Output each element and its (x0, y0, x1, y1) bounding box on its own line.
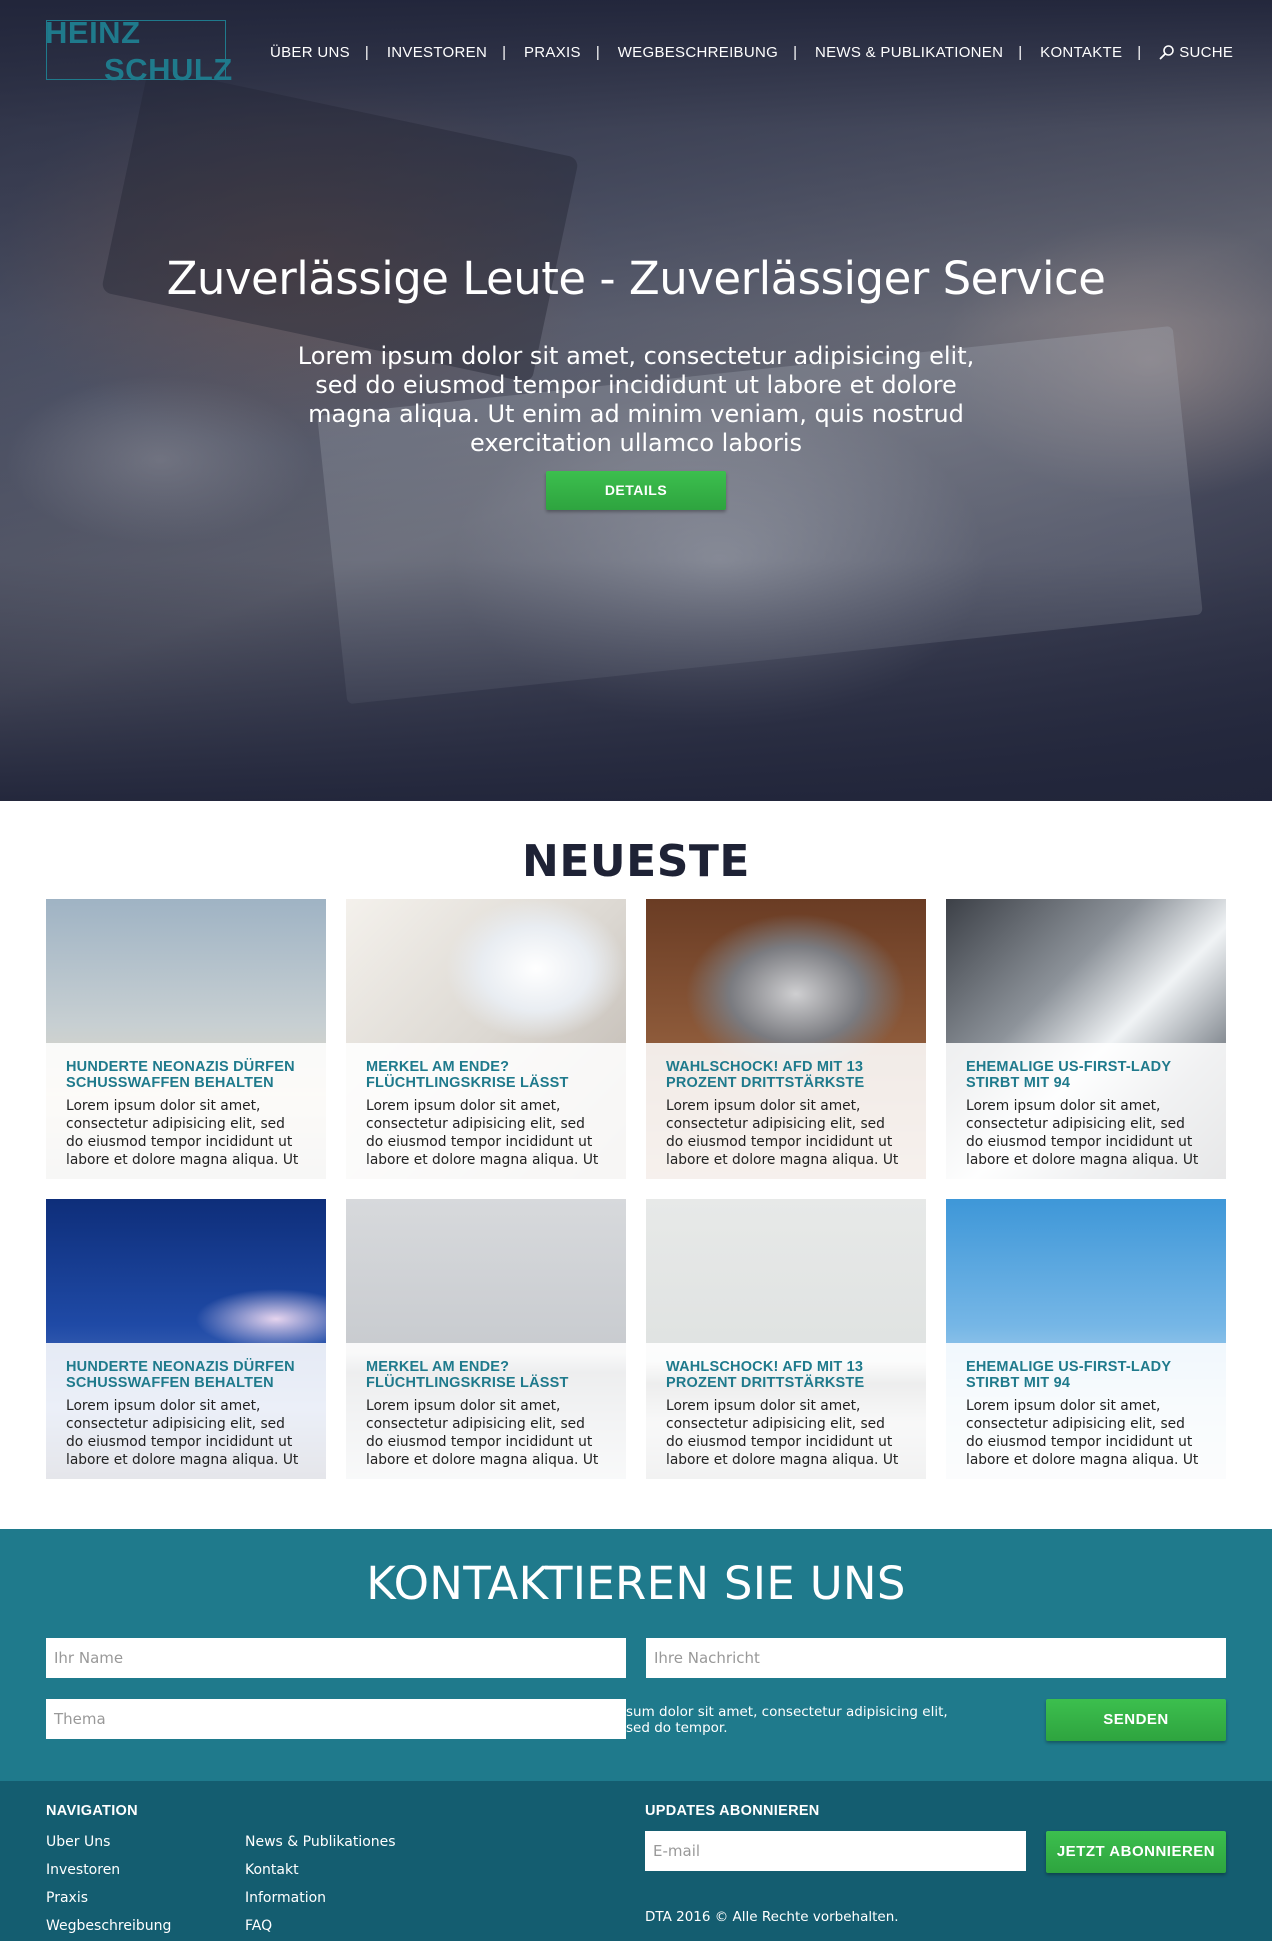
news-card[interactable]: MERKEL AM ENDE? FLÜCHTLINGSKRISE LÄSST Lo… (346, 1199, 626, 1479)
email-field[interactable]: E-mail (645, 1831, 1026, 1871)
logo-line-2: SCHULZ (104, 52, 233, 87)
hero-text: Lorem ipsum dolor sit amet, consectetur … (297, 342, 975, 457)
footer-link-wegbeschreibung[interactable]: Wegbeschreibung (46, 1918, 171, 1934)
news-card[interactable]: WAHLSCHOCK! AFD MIT 13 PROZENT DRITTSTÄR… (646, 1199, 926, 1479)
news-card-text: Lorem ipsum dolor sit amet, consectetur … (66, 1398, 299, 1468)
nav-item-investoren[interactable]: INVESTOREN (387, 44, 487, 61)
nav-separator: | (595, 43, 600, 61)
subscribe-title: UPDATES ABONNIEREN (645, 1803, 820, 1819)
nav-separator: | (502, 43, 506, 61)
nav-separator: | (1137, 43, 1142, 61)
search-label: SUCHE (1179, 43, 1234, 61)
footer-nav-title: NAVIGATION (46, 1803, 138, 1819)
news-card[interactable]: HUNDERTE NEONAZIS DÜRFEN SCHUSSWAFFEN BE… (46, 1199, 326, 1479)
nav-separator: | (364, 43, 369, 61)
news-card-title[interactable]: MERKEL AM ENDE? FLÜCHTLINGSKRISE LÄSST (366, 1059, 606, 1097)
news-card-panel: MERKEL AM ENDE? FLÜCHTLINGSKRISE LÄSST Lo… (346, 1343, 626, 1479)
message-input[interactable]: Ihre Nachricht (646, 1638, 1226, 1678)
news-card-text: Lorem ipsum dolor sit amet, consectetur … (366, 1398, 599, 1468)
footer-link-information[interactable]: Information (245, 1890, 326, 1906)
news-card-text: Lorem ipsum dolor sit amet, consectetur … (966, 1098, 1199, 1168)
details-button[interactable]: DETAILS (546, 471, 726, 510)
news-card[interactable]: EHEMALIGE US-FIRST-LADY STIRBT MIT 94 Lor… (946, 1199, 1226, 1479)
news-card-title[interactable]: WAHLSCHOCK! AFD MIT 13 PROZENT DRITTSTÄR… (666, 1059, 906, 1097)
subject-input[interactable]: Thema (46, 1699, 626, 1739)
search-link[interactable]: SUCHE (1159, 44, 1233, 61)
news-card-text: Lorem ipsum dolor sit amet, consectetur … (366, 1098, 599, 1168)
news-card-title[interactable]: WAHLSCHOCK! AFD MIT 13 PROZENT DRITTSTÄR… (666, 1359, 906, 1397)
news-card[interactable]: HUNDERTE NEONAZIS DÜRFEN SCHUSSWAFFEN BE… (46, 899, 326, 1179)
contact-note: sum dolor sit amet, consectetur adipisic… (626, 1704, 948, 1736)
news-card-title[interactable]: MERKEL AM ENDE? FLÜCHTLINGSKRISE LÄSST (366, 1359, 606, 1397)
main-navigation: ÜBER UNS | INVESTOREN | PRAXIS | WEGBESCHRE… (270, 42, 1233, 62)
footer-link-investoren[interactable]: Investoren (46, 1862, 120, 1878)
nav-item-uber-uns[interactable]: ÜBER UNS (270, 44, 350, 61)
logo[interactable]: HEINZ SCHULZ (45, 15, 232, 85)
news-card-title[interactable]: EHEMALIGE US-FIRST-LADY STIRBT MIT 94 (966, 1059, 1206, 1097)
nav-item-news[interactable]: NEWS & PUBLIKATIONEN (815, 44, 1003, 61)
footer-link-kontakt[interactable]: Kontakt (245, 1862, 299, 1878)
nav-separator: | (793, 43, 797, 61)
nav-item-praxis[interactable]: PRAXIS (524, 44, 581, 61)
footer-link-praxis[interactable]: Praxis (46, 1890, 88, 1906)
send-button[interactable]: SENDEN (1046, 1699, 1226, 1741)
contact-title: KONTAKTIEREN SIE UNS (366, 1557, 906, 1610)
latest-section-title: NEUESTE (522, 836, 750, 887)
nav-separator: | (1018, 43, 1023, 61)
news-card-panel: HUNDERTE NEONAZIS DÜRFEN SCHUSSWAFFEN BE… (46, 1343, 326, 1479)
news-card-title[interactable]: HUNDERTE NEONAZIS DÜRFEN SCHUSSWAFFEN BE… (66, 1059, 306, 1097)
news-card-panel: EHEMALIGE US-FIRST-LADY STIRBT MIT 94 Lor… (946, 1043, 1226, 1179)
news-card[interactable]: WAHLSCHOCK! AFD MIT 13 PROZENT DRITTSTÄR… (646, 899, 926, 1179)
name-input[interactable]: Ihr Name (46, 1638, 626, 1678)
news-card[interactable]: MERKEL AM ENDE? FLÜCHTLINGSKRISE LÄSST Lo… (346, 899, 626, 1179)
news-card-text: Lorem ipsum dolor sit amet, consectetur … (666, 1398, 899, 1468)
copyright: DTA 2016 © Alle Rechte vorbehalten. (645, 1909, 899, 1925)
news-card-panel: WAHLSCHOCK! AFD MIT 13 PROZENT DRITTSTÄR… (646, 1343, 926, 1479)
contact-section: KONTAKTIEREN SIE UNS Ihr Name Ihre Nachr… (0, 1529, 1272, 1781)
footer-link-faq[interactable]: FAQ (245, 1918, 272, 1934)
news-card-text: Lorem ipsum dolor sit amet, consectetur … (666, 1098, 899, 1168)
footer-link-uber-uns[interactable]: Uber Uns (46, 1834, 110, 1850)
nav-item-kontakte[interactable]: KONTAKTE (1040, 44, 1122, 61)
news-card-panel: EHEMALIGE US-FIRST-LADY STIRBT MIT 94 Lor… (946, 1343, 1226, 1479)
news-card[interactable]: EHEMALIGE US-FIRST-LADY STIRBT MIT 94 Lor… (946, 899, 1226, 1179)
hero-title: Zuverlässige Leute - Zuverlässiger Servi… (166, 252, 1106, 305)
search-icon (1159, 45, 1175, 60)
logo-line-1: HEINZ (45, 15, 141, 50)
news-card-panel: HUNDERTE NEONAZIS DÜRFEN SCHUSSWAFFEN BE… (46, 1043, 326, 1179)
footer: NAVIGATION Uber Uns Investoren Praxis We… (0, 1781, 1272, 1941)
news-card-title[interactable]: HUNDERTE NEONAZIS DÜRFEN SCHUSSWAFFEN BE… (66, 1359, 306, 1397)
footer-link-news[interactable]: News & Publikationes (245, 1834, 396, 1850)
news-card-text: Lorem ipsum dolor sit amet, consectetur … (966, 1398, 1199, 1468)
news-card-panel: MERKEL AM ENDE? FLÜCHTLINGSKRISE LÄSST Lo… (346, 1043, 626, 1179)
nav-item-wegbeschreibung[interactable]: WEGBESCHREIBUNG (618, 44, 778, 61)
news-card-text: Lorem ipsum dolor sit amet, consectetur … (66, 1098, 299, 1168)
hero-section: HEINZ SCHULZ ÜBER UNS | INVESTOREN | PRAXI… (0, 0, 1272, 801)
news-card-panel: WAHLSCHOCK! AFD MIT 13 PROZENT DRITTSTÄR… (646, 1043, 926, 1179)
news-card-title[interactable]: EHEMALIGE US-FIRST-LADY STIRBT MIT 94 (966, 1359, 1206, 1397)
subscribe-button[interactable]: JETZT ABONNIEREN (1046, 1831, 1226, 1873)
